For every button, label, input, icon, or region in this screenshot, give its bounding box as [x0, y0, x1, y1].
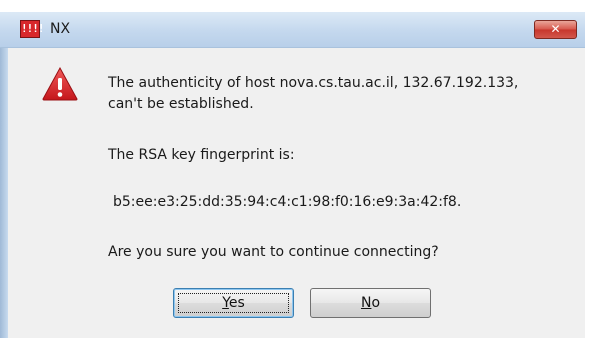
close-button[interactable]: ✕: [534, 20, 577, 39]
close-icon: ✕: [550, 22, 561, 36]
no-label: o: [371, 295, 381, 311]
window-border: [0, 12, 8, 338]
no-mnemonic: N: [360, 295, 372, 311]
no-button[interactable]: No: [310, 288, 431, 318]
focus-rectangle: [178, 293, 289, 313]
message-line-1: The authenticity of host nova.cs.tau.ac.…: [108, 75, 519, 91]
warning-icon: [42, 67, 78, 101]
fingerprint-label: The RSA key fingerprint is:: [108, 147, 295, 163]
title-bar[interactable]: !!!! NX ✕: [0, 12, 585, 48]
message-line-2: can't be established.: [108, 96, 254, 112]
window-title: NX: [50, 21, 71, 37]
confirmation-question: Are you sure you want to continue connec…: [108, 244, 439, 260]
yes-button[interactable]: Yes: [173, 288, 294, 318]
nx-app-icon: !!!!: [20, 20, 45, 38]
fingerprint-value: b5:ee:e3:25:dd:35:94:c4:c1:98:f0:16:e9:3…: [113, 194, 462, 210]
